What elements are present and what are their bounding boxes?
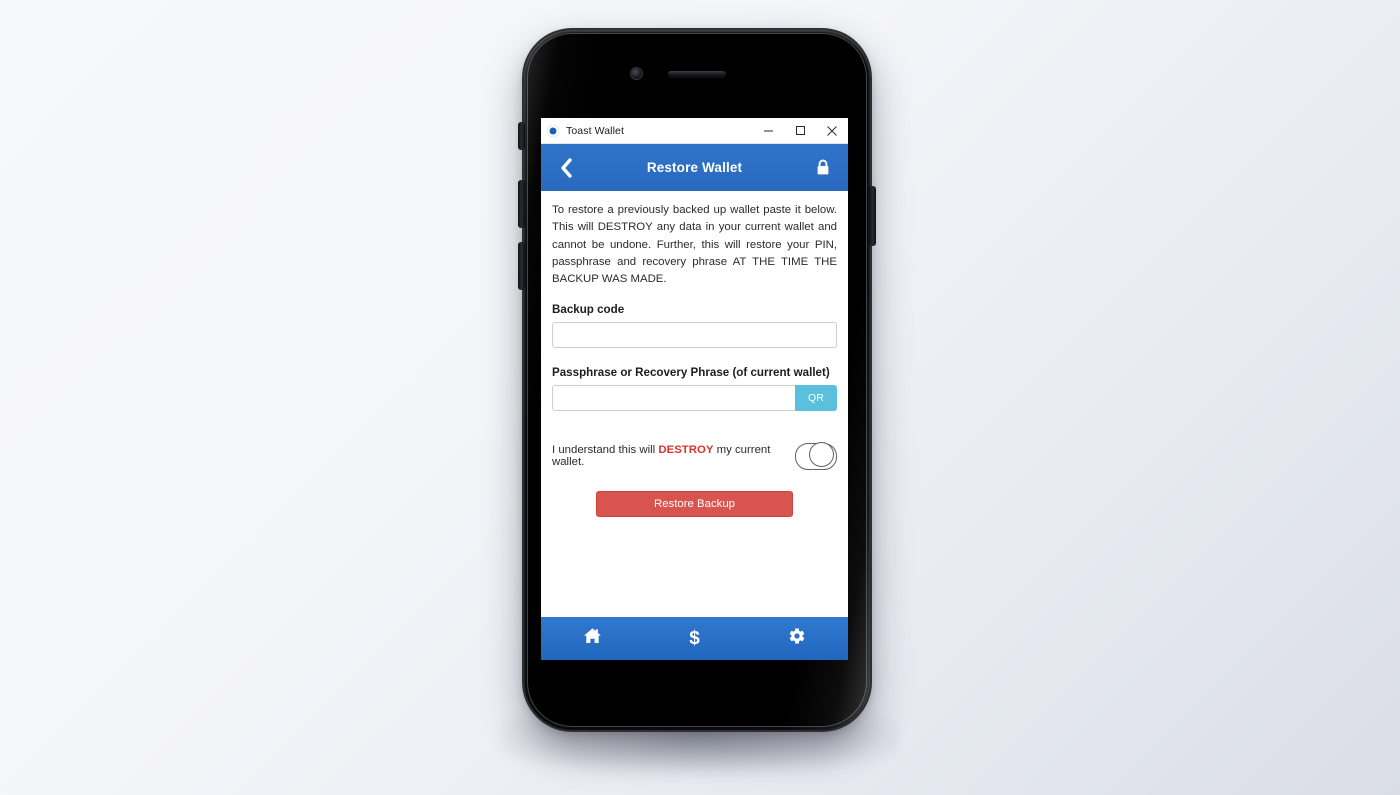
front-camera-icon [631,68,642,79]
passphrase-label: Passphrase or Recovery Phrase (of curren… [552,365,830,379]
nav-item-dollar[interactable]: $ [643,617,745,660]
consent-text-before: I understand this will [552,444,659,457]
earpiece-speaker [668,71,726,77]
intro-paragraph: To restore a previously backed up wallet… [552,204,837,286]
destroy-consent-label: I understand this will DESTROY my curren… [552,444,789,468]
minimize-icon[interactable] [752,118,784,143]
volume-up-button[interactable] [518,180,525,228]
window-title-bar: Toast Wallet [541,118,848,144]
restore-form: To restore a previously backed up wallet… [541,191,848,615]
restore-backup-button[interactable]: Restore Backup [596,490,793,517]
bottom-navigation-bar: $ [541,617,848,660]
nav-item-settings[interactable] [746,617,848,660]
backup-code-input[interactable] [552,321,837,348]
volume-down-button[interactable] [518,242,525,290]
window-controls [752,118,848,143]
lock-icon[interactable] [810,153,836,183]
qr-scan-button[interactable]: QR [794,384,837,411]
page-title: Restore Wallet [646,160,743,175]
gear-icon [788,627,806,650]
toggle-knob [809,442,834,468]
silent-switch-button[interactable] [518,122,525,150]
maximize-icon[interactable] [784,118,816,143]
app-header-bar: Restore Wallet [541,144,848,191]
backup-code-label: Backup code [552,302,625,316]
scene: Toast Wallet Restore Wallet To restore a… [0,0,1400,795]
home-icon [583,627,602,650]
window-title: Toast Wallet [566,124,624,137]
destroy-consent-toggle[interactable] [795,442,837,470]
destroy-consent-row: I understand this will DESTROY my curren… [552,442,837,470]
passphrase-input-group: QR [552,384,837,411]
back-button[interactable] [553,153,579,183]
dollar-icon: $ [689,628,700,649]
toast-wallet-logo-icon [547,124,559,137]
restore-button-row: Restore Backup [552,490,837,517]
nav-item-home[interactable] [541,617,643,660]
power-button[interactable] [869,186,876,246]
phone-screen: Toast Wallet Restore Wallet To restore a… [541,118,848,660]
destroy-emphasis: DESTROY [658,444,714,457]
passphrase-input[interactable] [552,384,795,411]
field-spacer [552,348,837,366]
close-icon[interactable] [816,118,848,143]
